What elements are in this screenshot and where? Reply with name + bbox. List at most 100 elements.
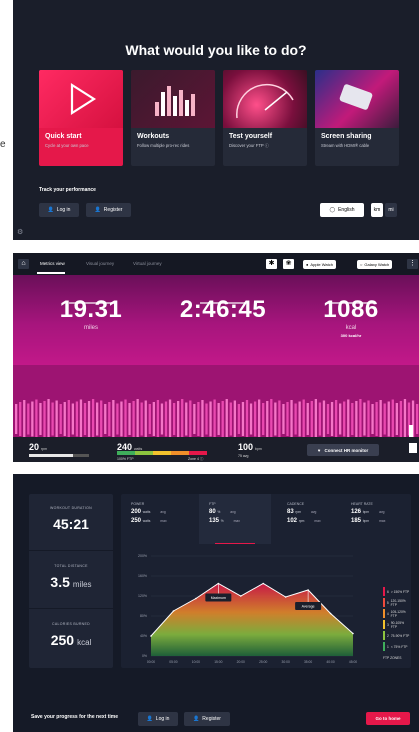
summary-label: WORKOUT DURATION — [49, 506, 92, 510]
effort-bar — [55, 400, 58, 437]
bluetooth-icon[interactable]: ✱ — [266, 259, 277, 269]
effort-bar — [67, 400, 70, 437]
tab-metrics-view[interactable]: Metrics view — [40, 261, 65, 266]
quick-start-card[interactable]: Quick start Cycle at your own pace — [39, 70, 123, 166]
fan-icon[interactable]: ❀ — [283, 259, 294, 269]
register-button[interactable]: 👤 Register — [86, 203, 131, 217]
home-title: What would you like to do? — [125, 42, 307, 58]
y-tick-label: 80% — [140, 614, 147, 618]
effort-bar — [371, 404, 374, 434]
go-to-home-button[interactable]: Go to home — [366, 712, 410, 725]
legend-item: 2 75-90% FTP — [383, 630, 411, 641]
effort-bar — [136, 399, 139, 437]
track-performance-label: Track your performance — [39, 187, 96, 193]
power-ftp-label: 100% FTP — [117, 457, 134, 461]
effort-bar — [266, 401, 269, 437]
effort-bar — [152, 402, 155, 436]
legend-item: 1 < 75% FTP — [383, 641, 411, 652]
screen-sharing-card[interactable]: Screen sharing Stream with HDMI® cable — [315, 70, 399, 166]
x-tick-label: 45:00 — [349, 660, 357, 664]
effort-bar — [164, 401, 168, 437]
legend-item: 6 > 150% FTP — [383, 586, 411, 597]
legend-label: 120-150% FTP — [390, 598, 406, 607]
tab-virtual-journey[interactable]: Virtual journey — [133, 261, 162, 266]
effort-bar — [108, 402, 111, 436]
user-add-icon: 👤 — [94, 207, 101, 213]
effort-bar — [112, 400, 115, 437]
home-icon[interactable]: ⌂ — [18, 259, 29, 269]
unit-mi-toggle[interactable]: mi — [385, 203, 397, 217]
login-button[interactable]: 👤 Log in — [39, 203, 79, 217]
login-button[interactable]: 👤 Log in — [138, 712, 178, 726]
effort-bar — [120, 401, 123, 437]
language-button[interactable]: ◯ English — [320, 203, 364, 217]
card-title: Workouts — [137, 133, 170, 140]
effort-bar — [310, 401, 313, 437]
effort-bar — [387, 401, 390, 437]
summary-footer: Save your progress for the next time 👤 L… — [13, 704, 419, 732]
heart-unit: bpm — [255, 447, 262, 451]
effort-bar — [83, 403, 87, 435]
duration-value: 45:21 — [53, 516, 89, 532]
galaxy-watch-button[interactable]: ○ Galaxy Watch — [357, 260, 393, 269]
effort-bar — [168, 399, 172, 437]
legend-zone: 3 — [386, 622, 389, 627]
unit-km-toggle[interactable]: km — [371, 203, 383, 217]
side-fragment-text: e — [0, 139, 6, 150]
heart-metric: 100 bpm — [238, 442, 262, 452]
effort-bar — [237, 404, 241, 434]
cadence-value: 20 — [29, 442, 40, 452]
effort-bar — [124, 399, 127, 437]
heart-avg: 75 avg — [238, 454, 249, 458]
settings-icon[interactable]: ⚙ — [17, 228, 23, 236]
summary-value: 3.5 miles — [29, 574, 113, 590]
effort-bar — [383, 403, 386, 435]
card-title: Test yourself — [229, 133, 273, 140]
effort-bar — [298, 401, 301, 437]
apple-icon: ● — [306, 262, 309, 267]
effort-bar — [233, 400, 236, 437]
y-tick-label: 0% — [142, 654, 147, 658]
test-yourself-card[interactable]: Test yourself Discover your FTP ⓘ — [223, 70, 307, 166]
effort-bar — [391, 399, 394, 437]
card-subtitle: Follow multiple pro-rec rides — [137, 143, 190, 148]
time-stat: 2:46:45 — [163, 296, 283, 324]
effort-bar — [343, 401, 346, 437]
x-tick-label: 05:00 — [169, 660, 177, 664]
menu-icon[interactable]: ⋮ — [407, 259, 418, 269]
apple-watch-label: Apple Watch — [310, 262, 333, 267]
ftp-point — [195, 597, 197, 600]
divider — [200, 302, 246, 304]
ftp-point — [329, 612, 332, 615]
chart-callout-label: Maximum — [211, 596, 226, 600]
workouts-card[interactable]: Workouts Follow multiple pro-rec rides — [131, 70, 215, 166]
effort-bar — [253, 401, 257, 437]
legend-swatch — [383, 642, 385, 651]
tab-visual-journey[interactable]: Visual journey — [86, 261, 114, 266]
globe-icon: ◯ — [329, 207, 336, 213]
calories-total: 250 — [50, 632, 75, 648]
pause-icon[interactable] — [409, 425, 413, 437]
card-subtitle: Discover your FTP ⓘ — [229, 143, 269, 148]
card-subtitle: Cycle at your own pace — [45, 143, 89, 148]
register-button[interactable]: 👤 Register — [184, 712, 230, 726]
effort-bar — [47, 399, 50, 437]
apple-watch-button[interactable]: ● Apple Watch — [303, 260, 336, 269]
legend-swatch — [383, 587, 385, 596]
effort-bar — [286, 402, 289, 436]
effort-bar — [15, 404, 18, 434]
ftp-area-chart: 200% 160% 120% 80% 40% 0%00:00 05:00 10:00 15:00… — [138, 554, 357, 664]
effort-bar — [193, 404, 196, 434]
effort-bar — [132, 401, 135, 437]
home-screen: What would you like to do? Quick start C… — [13, 0, 419, 240]
effort-bar — [258, 399, 261, 437]
distance-summary: TOTAL DISTANCE 3.5 miles — [29, 564, 113, 590]
connect-hr-button[interactable]: ♥ Connect HR monitor — [307, 444, 379, 456]
effort-bar — [27, 403, 30, 435]
summary-label: TOTAL DISTANCE — [54, 564, 88, 568]
stop-icon[interactable] — [409, 443, 417, 453]
legend-label: 90-105% FTP — [390, 620, 405, 629]
effort-bar — [156, 400, 160, 437]
register-label: Register — [202, 716, 221, 722]
divider — [328, 302, 374, 304]
